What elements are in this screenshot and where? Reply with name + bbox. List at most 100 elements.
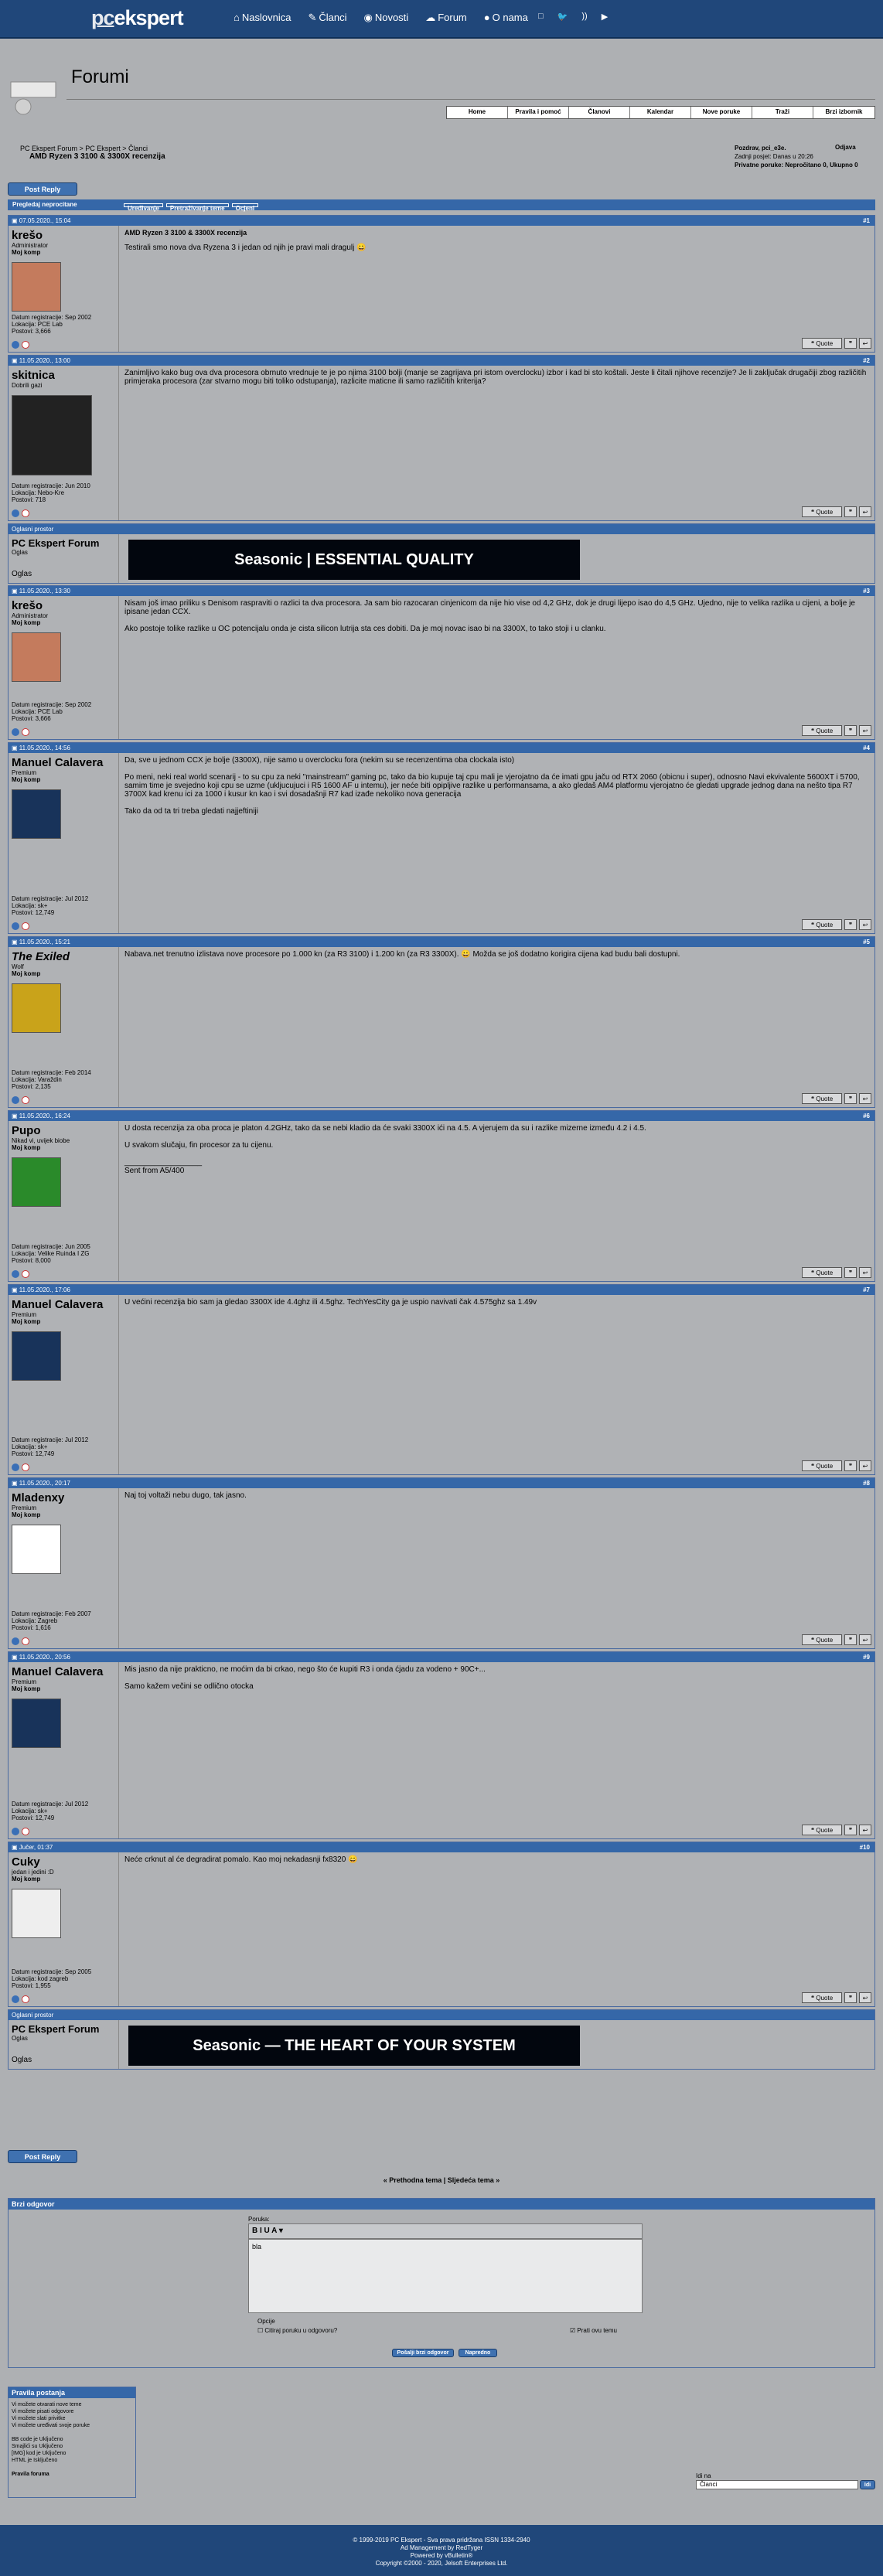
my-computer-link[interactable]: Moj komp	[12, 776, 115, 783]
rss-icon[interactable]: ))	[581, 12, 587, 22]
multiquote-icon[interactable]: ❞	[844, 1634, 857, 1645]
tools-rate[interactable]: Ocjeni	[231, 203, 259, 212]
quick-quote-icon[interactable]: ↩	[859, 1093, 871, 1104]
multiquote-icon[interactable]: ❞	[844, 725, 857, 736]
goto-select[interactable]: Članci	[696, 2480, 858, 2489]
quote-button[interactable]: ❝ Quote	[802, 725, 842, 736]
multiquote-icon[interactable]: ❞	[844, 1267, 857, 1278]
quote-button[interactable]: ❝ Quote	[802, 1634, 842, 1645]
username[interactable]: Mladenxy	[12, 1491, 115, 1504]
my-computer-link[interactable]: Moj komp	[12, 1511, 115, 1518]
post-number[interactable]: #6	[863, 1111, 870, 1121]
my-computer-link[interactable]: Moj komp	[12, 1144, 115, 1151]
my-computer-link[interactable]: Moj komp	[12, 1685, 115, 1692]
quick-quote-icon[interactable]: ↩	[859, 725, 871, 736]
quote-button[interactable]: ❝ Quote	[802, 338, 842, 349]
avatar[interactable]	[12, 1331, 61, 1381]
nav-forum[interactable]: ☁ Forum	[425, 12, 467, 24]
menu-brzi-izbornik[interactable]: Brzi izbornik	[813, 107, 874, 118]
username[interactable]: krešo	[12, 599, 115, 612]
quick-quote-icon[interactable]: ↩	[859, 1634, 871, 1645]
nav-o-nama[interactable]: ● O nama	[484, 12, 528, 24]
quick-quote-icon[interactable]: ↩	[859, 1825, 871, 1835]
avatar[interactable]	[12, 789, 61, 839]
post-number[interactable]: #4	[863, 743, 870, 753]
menu-kalendar[interactable]: Kalendar	[630, 107, 691, 118]
post-number[interactable]: #5	[863, 937, 870, 947]
post-number[interactable]: #3	[863, 586, 870, 596]
nav-clanci[interactable]: ✎ Članci	[308, 12, 346, 24]
avatar[interactable]	[12, 1525, 61, 1574]
post-reply-button[interactable]: Post Reply	[8, 182, 77, 196]
my-computer-link[interactable]: Moj komp	[12, 249, 115, 256]
report-icon[interactable]	[22, 1828, 29, 1835]
my-computer-link[interactable]: Moj komp	[12, 619, 115, 626]
multiquote-icon[interactable]: ❞	[844, 1825, 857, 1835]
username[interactable]: Manuel Calavera	[12, 756, 115, 769]
avatar[interactable]	[12, 983, 61, 1033]
report-icon[interactable]	[22, 1995, 29, 2003]
thread-pager[interactable]: « Prethodna tema | Sljedeća tema »	[0, 2176, 883, 2184]
menu-home[interactable]: Home	[447, 107, 508, 118]
tools-search[interactable]: Pretraživanje teme	[165, 203, 229, 212]
my-computer-link[interactable]: Moj komp	[12, 970, 115, 977]
my-computer-link[interactable]: Moj komp	[12, 1876, 115, 1883]
quote-button[interactable]: ❝ Quote	[802, 1267, 842, 1278]
nav-naslovnica[interactable]: ⌂ Naslovnica	[234, 12, 291, 24]
advanced-button[interactable]: Napredno	[459, 2349, 497, 2357]
nav-novosti[interactable]: ◉ Novosti	[363, 12, 408, 24]
private-messages[interactable]: Privatne poruke: Nepročitano 0, Ukupno 0	[735, 162, 858, 169]
subscribe-checkbox[interactable]: ☑ Prati ovu temu	[570, 2327, 617, 2334]
goto-button[interactable]: Idi	[860, 2480, 875, 2489]
username[interactable]: Manuel Calavera	[12, 1665, 115, 1678]
report-icon[interactable]	[22, 728, 29, 736]
multiquote-icon[interactable]: ❞	[844, 1992, 857, 2003]
quick-quote-icon[interactable]: ↩	[859, 1992, 871, 2003]
quote-button[interactable]: ❝ Quote	[802, 1992, 842, 2003]
username[interactable]: Pupo	[12, 1124, 115, 1137]
post-number[interactable]: #9	[863, 1652, 870, 1662]
quick-quote-icon[interactable]: ↩	[859, 919, 871, 930]
multiquote-icon[interactable]: ❞	[844, 338, 857, 349]
post-number[interactable]: #10	[860, 1842, 870, 1852]
report-icon[interactable]	[22, 1637, 29, 1645]
logout-link[interactable]: Odjava	[835, 144, 856, 151]
ad-banner[interactable]: Seasonic | ESSENTIAL QUALITY	[128, 540, 580, 580]
ad-banner[interactable]: Seasonic — THE HEART OF YOUR SYSTEM	[128, 2026, 580, 2066]
quote-button[interactable]: ❝ Quote	[802, 1460, 842, 1471]
multiquote-icon[interactable]: ❞	[844, 1093, 857, 1104]
report-icon[interactable]	[22, 922, 29, 930]
post-reply-button-bottom[interactable]: Post Reply	[8, 2150, 77, 2163]
username[interactable]: Cuky	[12, 1855, 115, 1869]
post-number[interactable]: #2	[863, 356, 870, 366]
avatar[interactable]	[12, 262, 61, 312]
post-number[interactable]: #8	[863, 1478, 870, 1488]
report-icon[interactable]	[22, 1096, 29, 1104]
avatar[interactable]	[12, 632, 61, 682]
quick-quote-icon[interactable]: ↩	[859, 506, 871, 517]
site-logo[interactable]: pcekspert	[91, 6, 184, 30]
tools-edit[interactable]: Uređivanje	[124, 203, 163, 212]
bold-icon[interactable]: B I U A ▾	[252, 2227, 283, 2235]
avatar[interactable]	[12, 1889, 61, 1938]
menu-nove-poruke[interactable]: Nove poruke	[691, 107, 752, 118]
quote-button[interactable]: ❝ Quote	[802, 1093, 842, 1104]
quote-button[interactable]: ❝ Quote	[802, 919, 842, 930]
post-number[interactable]: #7	[863, 1285, 870, 1295]
report-icon[interactable]	[22, 1270, 29, 1278]
cite-checkbox[interactable]: ☐ Citiraj poruku u odgovoru?	[257, 2327, 337, 2334]
menu-trazi[interactable]: Traži	[752, 107, 813, 118]
report-icon[interactable]	[22, 1463, 29, 1471]
quick-quote-icon[interactable]: ↩	[859, 1460, 871, 1471]
username[interactable]: krešo	[12, 229, 115, 242]
multiquote-icon[interactable]: ❞	[844, 919, 857, 930]
post-number[interactable]: #1	[863, 216, 870, 226]
multiquote-icon[interactable]: ❞	[844, 1460, 857, 1471]
view-unread[interactable]: Pregledaj neprocitane	[12, 201, 77, 208]
avatar[interactable]	[12, 1699, 61, 1748]
my-computer-link[interactable]: Moj komp	[12, 1318, 115, 1325]
report-icon[interactable]	[22, 509, 29, 517]
breadcrumb[interactable]: PC Ekspert Forum > PC Ekspert > Članci	[20, 145, 148, 152]
multiquote-icon[interactable]: ❞	[844, 506, 857, 517]
avatar[interactable]	[12, 1157, 61, 1207]
